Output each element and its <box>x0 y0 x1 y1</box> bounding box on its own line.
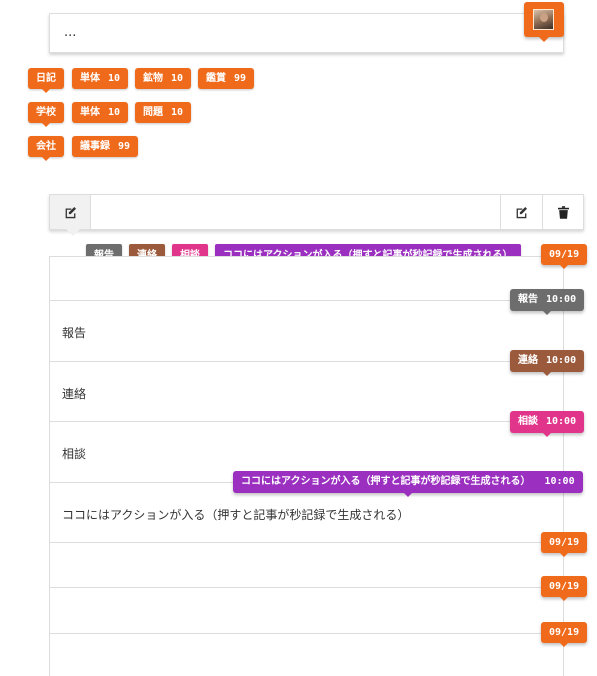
trash-icon <box>557 205 569 219</box>
edit-icon <box>516 206 527 218</box>
entry-badge-report: 報告 10:00 <box>510 289 585 315</box>
tag-item[interactable]: 単体 10 <box>72 68 129 89</box>
tag-label: 鉱物 <box>143 73 163 84</box>
tag-label: 議事録 <box>80 141 110 152</box>
tag-label: 鑑賞 <box>206 73 226 84</box>
badge-time: 10:00 <box>544 476 575 487</box>
delete-button[interactable] <box>542 195 583 229</box>
badge-label: 報告 <box>518 294 538 305</box>
tag-item[interactable]: 議事録 99 <box>72 136 139 157</box>
tag-item[interactable]: 鉱物 10 <box>135 68 192 89</box>
entry-text[interactable]: ココにはアクションが入る（押すと記事が秒記録で生成される） <box>62 506 409 523</box>
date-badge: 09/19 <box>541 576 588 601</box>
tag-group-3-root[interactable]: 会社 <box>28 136 64 161</box>
badge-time: 10:00 <box>546 416 577 427</box>
tag-count: 10 <box>171 107 184 118</box>
entry-badge-contact: 連絡 10:00 <box>510 350 585 376</box>
date-badge: 09/19 <box>541 532 588 557</box>
edit-icon <box>65 206 76 218</box>
tag-group-1-root[interactable]: 日記 <box>28 68 64 93</box>
entry-badge-consult: 相談 10:00 <box>510 411 585 437</box>
avatar-icon <box>533 9 554 30</box>
badge-time: 10:00 <box>546 294 577 305</box>
quick-input[interactable]: ... <box>49 13 564 53</box>
divider <box>49 300 564 301</box>
user-avatar-badge[interactable] <box>524 2 564 42</box>
date-text: 09/19 <box>549 537 580 548</box>
tag-label: 学校 <box>36 107 56 118</box>
date-text: 09/19 <box>549 249 580 260</box>
quick-input-text: ... <box>64 25 77 40</box>
divider <box>49 633 564 634</box>
tag-count: 10 <box>171 73 184 84</box>
badge-label: 連絡 <box>518 355 538 366</box>
divider <box>49 361 564 362</box>
date-text: 09/19 <box>549 627 580 638</box>
divider <box>49 421 564 422</box>
entry-list <box>49 256 564 676</box>
tag-count: 10 <box>108 73 121 84</box>
entry-text[interactable]: 相談 <box>62 445 86 462</box>
tag-item[interactable]: 単体 10 <box>72 102 129 123</box>
tag-count: 99 <box>118 141 131 152</box>
badge-label: 相談 <box>518 416 538 427</box>
date-badge: 09/19 <box>541 244 588 269</box>
badge-time: 10:00 <box>546 355 577 366</box>
tag-item[interactable]: 鑑賞 99 <box>198 68 255 89</box>
date-text: 09/19 <box>549 581 580 592</box>
entry-text[interactable]: 報告 <box>62 324 86 341</box>
tag-item[interactable]: 問題 10 <box>135 102 192 123</box>
tag-label: 問題 <box>143 107 163 118</box>
divider <box>49 542 564 543</box>
badge-label: ココにはアクションが入る（押すと記事が秒記録で生成される） <box>241 476 531 487</box>
compose-button[interactable] <box>50 195 91 236</box>
edit-button[interactable] <box>500 195 541 229</box>
entry-badge-action: ココにはアクションが入る（押すと記事が秒記録で生成される） 10:00 <box>233 471 583 497</box>
tag-label: 会社 <box>36 141 56 152</box>
date-badge: 09/19 <box>541 622 588 647</box>
divider <box>49 587 564 588</box>
tag-count: 10 <box>108 107 121 118</box>
tag-label: 単体 <box>80 107 100 118</box>
tag-count: 99 <box>234 73 247 84</box>
entry-text[interactable]: 連絡 <box>62 385 86 402</box>
tag-label: 日記 <box>36 73 56 84</box>
tag-label: 単体 <box>80 73 100 84</box>
tag-group-2-root[interactable]: 学校 <box>28 102 64 127</box>
editor-toolbar <box>49 194 584 236</box>
